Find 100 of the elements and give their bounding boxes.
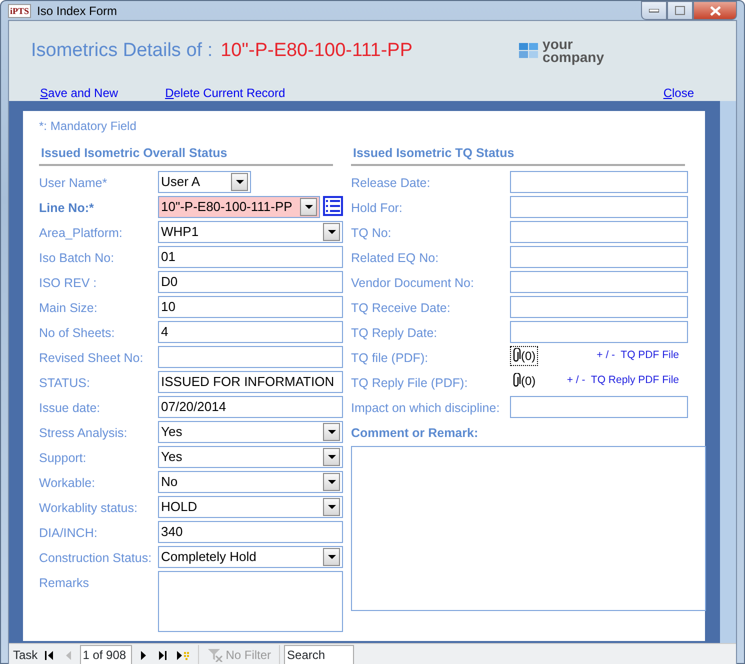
field-label: Issue date:	[39, 400, 102, 417]
logo-icon	[518, 43, 539, 60]
field-label: Line No:*	[39, 200, 95, 217]
form-title: Isometrics Details of :	[31, 39, 213, 63]
field-label: Construction Status:	[39, 550, 153, 567]
attachment-field[interactable]: (0)	[510, 346, 538, 366]
text-field[interactable]: 07/20/2014	[158, 396, 343, 418]
text-field[interactable]	[510, 170, 688, 193]
logo-text: company	[542, 51, 604, 64]
record-id: 10"-P-E80-100-111-PP	[220, 39, 413, 63]
close-button[interactable]	[693, 1, 737, 20]
dropdown-button[interactable]	[323, 472, 340, 491]
maximize-icon	[675, 6, 685, 15]
caret-icon	[326, 452, 338, 461]
section-heading: Issued Isometric TQ Status	[351, 144, 685, 166]
caret-icon	[326, 428, 338, 436]
window-title: Iso Index Form	[37, 2, 118, 20]
action-link[interactable]: Delete Current Record	[165, 84, 286, 102]
close-icon	[710, 6, 720, 16]
text-field[interactable]	[510, 196, 688, 218]
action-link[interactable]: Close	[663, 84, 694, 102]
field-label: Vendor Document No:	[351, 274, 475, 292]
text-field[interactable]: 4	[158, 320, 343, 343]
field-label: TQ file (PDF):	[351, 350, 430, 367]
dropdown-button[interactable]	[323, 422, 340, 441]
text-field[interactable]	[510, 320, 688, 343]
combo-box[interactable]: No	[158, 470, 343, 493]
field-label: Impact on which discipline:	[351, 400, 501, 417]
field-label: Remarks	[39, 574, 90, 592]
next-icon	[138, 650, 148, 660]
caret-icon	[302, 202, 314, 211]
dropdown-button[interactable]	[231, 172, 248, 191]
attachment-field[interactable]: (0)	[510, 370, 538, 391]
filter-icon	[206, 648, 223, 662]
caret-icon	[326, 228, 338, 236]
mandatory-note: *: Mandatory Field	[39, 118, 138, 135]
field-label: ISO REV :	[39, 274, 98, 292]
dropdown-button[interactable]	[323, 222, 340, 241]
last-icon	[158, 650, 167, 660]
field-label: Revised Sheet No:	[39, 350, 144, 367]
text-field[interactable]	[510, 270, 688, 293]
field-label: Related EQ No:	[351, 250, 440, 267]
paperclip-icon	[512, 373, 521, 388]
minimize-button[interactable]	[641, 1, 667, 20]
combo-box[interactable]: WHP1	[158, 220, 343, 243]
memo-field[interactable]	[158, 570, 343, 632]
caret-icon	[326, 552, 338, 561]
minimize-icon	[649, 8, 659, 12]
dropdown-button[interactable]	[323, 448, 340, 466]
list-icon	[326, 198, 340, 213]
text-field[interactable]: 01	[158, 246, 343, 268]
field-label: Main Size:	[39, 300, 98, 317]
attachment-count: (0)	[521, 348, 536, 365]
attachment-link[interactable]: + / - TQ PDF File	[596, 346, 679, 364]
text-field[interactable]	[510, 246, 688, 268]
field-label: DIA/INCH:	[39, 524, 98, 542]
text-field[interactable]: 340	[158, 520, 343, 543]
dropdown-button[interactable]	[323, 498, 340, 516]
list-button[interactable]	[323, 196, 343, 216]
combo-box[interactable]: Completely Hold	[158, 546, 343, 568]
logo-text: your	[542, 38, 574, 52]
dropdown-button[interactable]	[300, 198, 317, 216]
record-field[interactable]: 1 of 908	[80, 645, 132, 664]
field-label: TQ Reply Date:	[351, 324, 438, 342]
combo-box[interactable]: HOLD	[158, 496, 343, 518]
attachment-link[interactable]: + / - TQ Reply PDF File	[566, 370, 679, 388]
field-label: TQ No:	[351, 224, 392, 242]
text-field[interactable]	[158, 346, 343, 368]
field-label: Stress Analysis:	[39, 424, 128, 442]
field-label: Release Date:	[351, 174, 432, 192]
caret-icon	[326, 478, 338, 486]
text-field[interactable]: ISSUED FOR INFORMATION	[158, 370, 343, 393]
text-field[interactable]	[510, 396, 688, 418]
text-field[interactable]	[510, 296, 688, 318]
combo-box[interactable]: Yes	[158, 446, 343, 468]
section-heading: Issued Isometric Overall Status	[39, 144, 333, 166]
paperclip-icon	[512, 348, 521, 364]
attachment-count: (0)	[521, 372, 536, 390]
search-field[interactable]: Search	[284, 645, 354, 664]
field-label: Workable:	[39, 474, 96, 492]
comment-field[interactable]	[351, 446, 706, 610]
combo-box[interactable]: Yes	[158, 420, 343, 443]
combo-box[interactable]: 10"-P-E80-100-111-PP	[158, 196, 320, 218]
field-label: Iso Batch No:	[39, 250, 116, 267]
new-record-icon	[176, 650, 191, 660]
combo-box[interactable]: User A	[158, 170, 251, 193]
text-field[interactable]: 10	[158, 296, 343, 318]
nav-label: Task	[13, 647, 38, 664]
field-label: Support:	[39, 450, 88, 467]
previous-icon	[64, 650, 73, 660]
field-label: TQ Receive Date:	[351, 300, 452, 317]
field-label: Workablity status:	[39, 500, 138, 517]
caret-icon	[326, 502, 338, 511]
first-icon	[44, 650, 54, 660]
text-field[interactable]: D0	[158, 270, 343, 293]
text-field[interactable]	[510, 220, 688, 243]
field-label: User Name*	[39, 174, 108, 192]
dropdown-button[interactable]	[323, 548, 340, 566]
action-link[interactable]: Save and New	[40, 84, 118, 102]
maximize-button[interactable]	[667, 1, 693, 20]
